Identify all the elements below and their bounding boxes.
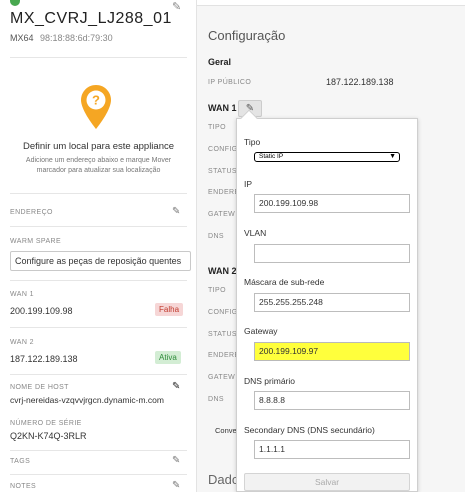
serial-label: NÚMERO DE SÉRIE bbox=[10, 420, 82, 427]
device-model: MX64 bbox=[10, 33, 34, 43]
divider bbox=[10, 327, 187, 328]
wan1-ip: 200.199.109.98 bbox=[10, 306, 73, 316]
row-label-tipo: TIPO bbox=[208, 124, 226, 131]
save-button[interactable]: Salvar bbox=[244, 473, 410, 491]
public-ip-value: 187.122.189.138 bbox=[326, 77, 394, 87]
warm-spare-label: WARM SPARE bbox=[10, 238, 62, 245]
divider bbox=[10, 450, 187, 451]
row-label-config: CONFIG bbox=[208, 309, 238, 316]
serial-value: Q2KN-K74Q-3RLR bbox=[10, 431, 87, 441]
convert-link[interactable]: Conve bbox=[215, 426, 237, 435]
row-label-dns: DNS bbox=[208, 396, 224, 403]
location-description: Adicione um endereço abaixo e marque Mov… bbox=[25, 157, 172, 174]
device-mac: 98:18:88:6d:79:30 bbox=[40, 33, 113, 43]
secondary-dns-input[interactable]: 1.1.1.1 bbox=[254, 440, 410, 459]
row-label-gateway: GATEW bbox=[208, 211, 236, 218]
vlan-input[interactable] bbox=[254, 244, 410, 263]
row-label-tipo: TIPO bbox=[208, 287, 226, 294]
divider bbox=[10, 57, 187, 58]
ip-label: IP bbox=[244, 179, 253, 189]
subnet-mask-input[interactable]: 255.255.255.248 bbox=[254, 293, 410, 312]
subnet-mask-label: Máscara de sub-rede bbox=[244, 277, 325, 287]
tags-label: TAGS bbox=[10, 458, 31, 465]
general-heading: Geral bbox=[208, 57, 232, 67]
configure-warm-spare-button[interactable]: Configure as peças de reposição quentes bbox=[10, 251, 191, 271]
hostname-value: cvrj-nereidas-vzqvvjrgcn.dynamic-m.com bbox=[10, 395, 164, 405]
public-ip-label: IP PÚBLICO bbox=[208, 79, 252, 86]
primary-dns-input[interactable]: 8.8.8.8 bbox=[254, 391, 410, 410]
gateway-input[interactable]: 200.199.109.97 bbox=[254, 342, 410, 361]
wan1-edit-popover: Tipo Static IP ▼ IP 200.199.109.98 VLAN … bbox=[236, 109, 418, 492]
device-name: MX_CVRJ_LJ288_01 bbox=[10, 10, 172, 27]
gateway-label: Gateway bbox=[244, 326, 278, 336]
row-label-config: CONFIG bbox=[208, 146, 238, 153]
divider bbox=[10, 474, 187, 475]
row-label-status: STATUS bbox=[208, 331, 237, 338]
vlan-label: VLAN bbox=[244, 228, 267, 238]
row-label-gateway: GATEW bbox=[208, 374, 236, 381]
top-strip bbox=[197, 0, 465, 6]
divider bbox=[10, 193, 187, 194]
location-title: Definir um local para este appliance bbox=[22, 141, 175, 152]
row-label-address: ENDERE bbox=[208, 189, 240, 196]
chevron-down-icon: ▼ bbox=[389, 153, 396, 160]
map-pin-icon: ? bbox=[81, 85, 111, 129]
data-section-title: Dado bbox=[208, 472, 240, 487]
type-label: Tipo bbox=[244, 137, 261, 147]
edit-address-icon[interactable]: ✎ bbox=[172, 206, 180, 217]
pencil-icon[interactable]: ✎ bbox=[172, 0, 181, 13]
wan2-ip: 187.122.189.138 bbox=[10, 354, 78, 364]
wan2-heading: WAN 2 bbox=[208, 266, 237, 276]
row-label-address: ENDERE bbox=[208, 352, 240, 359]
row-label-status: STATUS bbox=[208, 168, 237, 175]
secondary-dns-label: Secondary DNS (DNS secundário) bbox=[244, 425, 375, 435]
wan1-status-badge: Falha bbox=[155, 303, 184, 316]
type-select-value: Static IP bbox=[259, 153, 284, 160]
configuration-title: Configuração bbox=[208, 28, 286, 43]
device-sidebar: ✎ MX_CVRJ_LJ288_01 MX64 98:18:88:6d:79:3… bbox=[0, 0, 197, 492]
wan1-label: WAN 1 bbox=[10, 291, 34, 298]
divider bbox=[10, 280, 187, 281]
ip-input[interactable]: 200.199.109.98 bbox=[254, 194, 410, 213]
device-subtitle: MX64 98:18:88:6d:79:30 bbox=[10, 33, 113, 43]
status-indicator bbox=[10, 0, 20, 6]
wan2-status-badge: Ativa bbox=[155, 351, 181, 364]
edit-hostname-icon[interactable]: ✎ bbox=[172, 381, 180, 392]
notes-label: NOTES bbox=[10, 483, 37, 490]
address-label: ENDEREÇO bbox=[10, 209, 53, 216]
wan1-heading: WAN 1 bbox=[208, 103, 237, 113]
svg-text:?: ? bbox=[92, 93, 100, 108]
primary-dns-label: DNS primário bbox=[244, 376, 296, 386]
wan2-label: WAN 2 bbox=[10, 339, 34, 346]
edit-tags-icon[interactable]: ✎ bbox=[172, 455, 180, 466]
divider bbox=[10, 226, 187, 227]
edit-notes-icon[interactable]: ✎ bbox=[172, 480, 180, 491]
type-select[interactable]: Static IP ▼ bbox=[254, 152, 400, 162]
row-label-dns: DNS bbox=[208, 233, 224, 240]
hostname-label: NOME DE HOST bbox=[10, 384, 69, 391]
divider bbox=[10, 374, 187, 375]
